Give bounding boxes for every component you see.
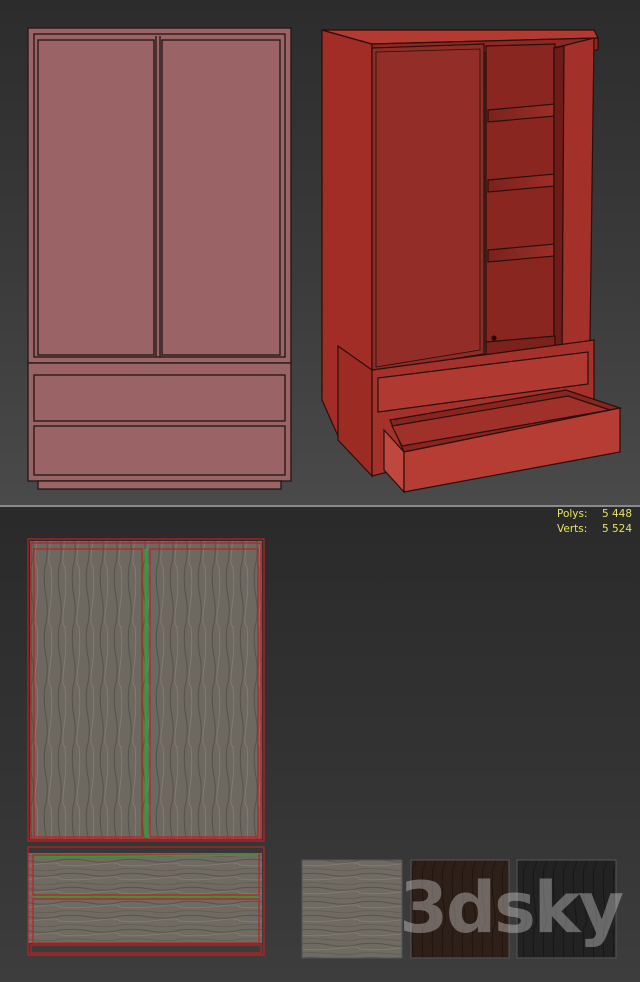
viewport-stage: Polys: 5 448 Verts: 5 524 3dsky xyxy=(0,0,640,982)
viewport-bottom: Polys: 5 448 Verts: 5 524 3dsky xyxy=(0,507,640,982)
perspective-view-wardrobe xyxy=(321,29,623,494)
polys-value: 5 448 xyxy=(601,508,632,520)
verts-value: 5 524 xyxy=(601,523,632,535)
viewport-top xyxy=(0,0,640,505)
render-views xyxy=(27,27,623,494)
poly-stats: Polys: 5 448 Verts: 5 524 xyxy=(557,507,632,537)
watermark-logo: 3dsky xyxy=(399,867,624,949)
verts-label: Verts: xyxy=(557,523,588,535)
front-view-wardrobe xyxy=(27,27,292,490)
uv-layout xyxy=(27,538,265,956)
texture-swatch-light-wood xyxy=(301,859,403,959)
polys-label: Polys: xyxy=(557,508,588,520)
